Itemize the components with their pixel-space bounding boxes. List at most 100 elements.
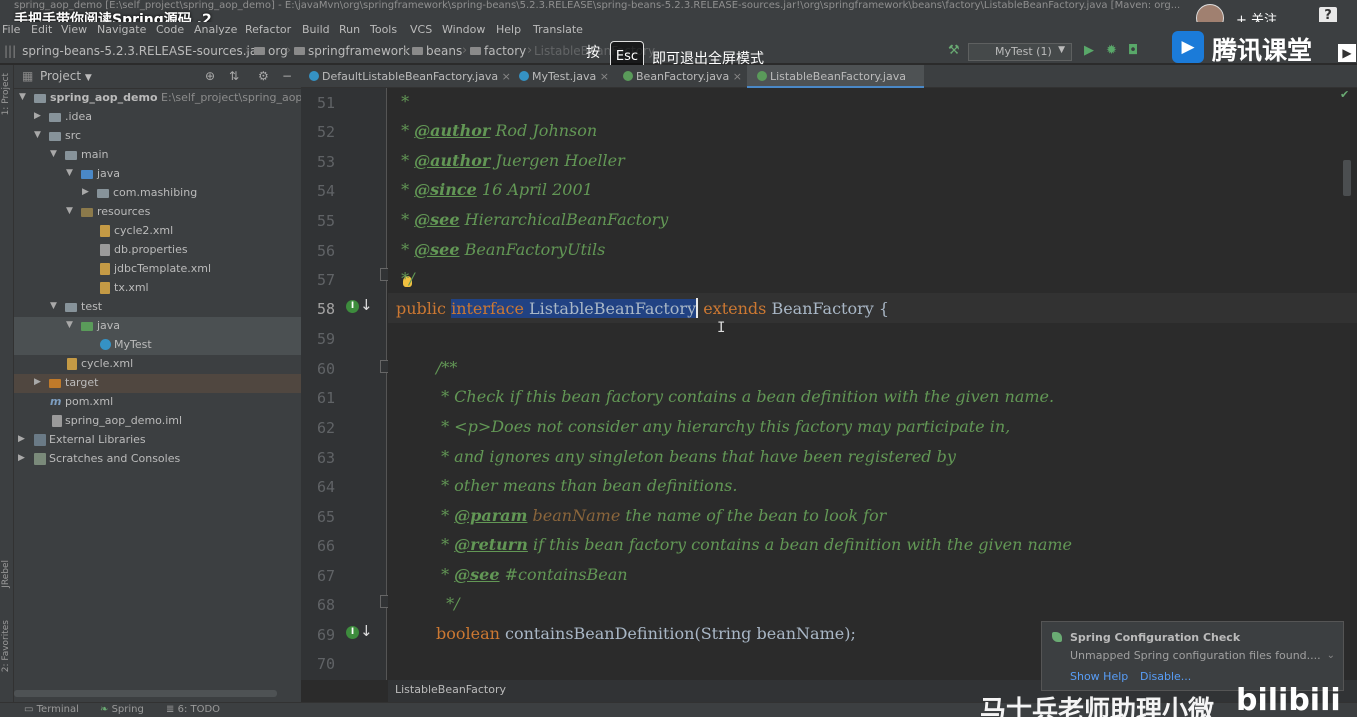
menu-refactor[interactable]: Refactor xyxy=(245,23,291,36)
inspection-ok-icon[interactable]: ✔ xyxy=(1340,88,1349,101)
arrow-down-icon[interactable]: ↓ xyxy=(360,622,373,640)
line-number: 60 xyxy=(316,360,335,378)
gear-icon[interactable]: ⚙ xyxy=(258,69,269,83)
package-icon xyxy=(97,189,109,198)
folder-icon xyxy=(49,132,61,141)
menu-help[interactable]: Help xyxy=(496,23,521,36)
menu-view[interactable]: View xyxy=(61,23,87,36)
list-icon: ≣ xyxy=(166,704,175,715)
selected-text: interface ListableBeanFactory xyxy=(451,299,697,318)
run-configuration-select[interactable]: MyTest (1) ▼ xyxy=(968,43,1072,61)
tree-item-src[interactable]: ▼ src xyxy=(14,127,301,146)
tree-item-cycle2-xml[interactable]: cycle2.xml xyxy=(14,222,301,241)
line-number: 56 xyxy=(316,242,335,260)
xml-file-icon xyxy=(100,263,110,275)
disable-link[interactable]: Disable... xyxy=(1140,670,1191,683)
menu-window[interactable]: Window xyxy=(442,23,485,36)
breadcrumb-org[interactable]: org xyxy=(254,44,288,58)
close-tab-icon[interactable]: × xyxy=(600,70,609,83)
tree-item-resources[interactable]: ▼ resources xyxy=(14,203,301,222)
favorites-tool-tab[interactable]: 2: Favorites xyxy=(1,620,11,672)
tree-item-pom-xml[interactable]: m pom.xml xyxy=(14,393,301,412)
tree-item-mytest[interactable]: MyTest xyxy=(14,336,301,355)
build-hammer-icon[interactable]: ⚒ xyxy=(948,43,960,58)
tree-item-target[interactable]: ▶ target xyxy=(14,374,301,393)
menu-translate[interactable]: Translate xyxy=(533,23,583,36)
code-line: * @see #containsBean xyxy=(436,565,628,584)
tree-item-jdbctemplate-xml[interactable]: jdbcTemplate.xml xyxy=(14,260,301,279)
code-line: * @since 16 April 2001 xyxy=(396,180,593,199)
text-cursor-icon: I xyxy=(717,320,726,336)
excluded-folder-icon xyxy=(49,379,61,388)
tab-listablebeanfactory[interactable]: ListableBeanFactory.java xyxy=(747,65,924,88)
locate-icon[interactable]: ⊕ xyxy=(205,69,215,83)
jrebel-tool-tab[interactable]: JRebel xyxy=(1,560,11,588)
tree-item-main[interactable]: ▼ main xyxy=(14,146,301,165)
scratches-icon xyxy=(34,453,46,465)
editor-scrollbar-thumb[interactable] xyxy=(1343,160,1351,196)
tree-item-db-properties[interactable]: db.properties xyxy=(14,241,301,260)
source-folder-icon xyxy=(81,170,93,179)
line-number: 62 xyxy=(316,419,335,437)
implemented-gutter-icon[interactable]: I xyxy=(346,300,359,313)
show-help-link[interactable]: Show Help xyxy=(1070,670,1128,683)
menu-analyze[interactable]: Analyze xyxy=(194,23,237,36)
tree-item-tx-xml[interactable]: tx.xml xyxy=(14,279,301,298)
menu-tools[interactable]: Tools xyxy=(370,23,397,36)
project-horizontal-scrollbar[interactable] xyxy=(14,690,277,697)
tree-item-spring-aop-demo[interactable]: ▼ spring_aop_demo E:\self_project\spring… xyxy=(14,89,322,108)
run-icon[interactable]: ▶ xyxy=(1084,43,1094,58)
editor-tabs: DefaultListableBeanFactory.java × MyTest… xyxy=(301,65,1357,88)
menu-file[interactable]: File xyxy=(2,23,20,36)
tab-defaultlistablebeanfactory[interactable]: DefaultListableBeanFactory.java × xyxy=(309,65,511,88)
line-number: 66 xyxy=(316,537,335,555)
coverage-icon[interactable]: ◘ xyxy=(1128,43,1138,58)
tab-mytest[interactable]: MyTest.java × xyxy=(519,65,609,88)
tree-item-idea[interactable]: ▶ .idea xyxy=(14,108,301,127)
breadcrumb-factory[interactable]: factory xyxy=(470,44,526,58)
menu-navigate[interactable]: Navigate xyxy=(97,23,146,36)
tree-item-com-mashibing[interactable]: ▶ com.mashibing xyxy=(14,184,301,203)
chevron-right-icon: ▶ xyxy=(18,434,25,444)
close-tab-icon[interactable]: × xyxy=(502,70,511,83)
chevron-down-icon[interactable]: ⌄ xyxy=(1327,650,1335,661)
breadcrumb-jar[interactable]: ||| spring-beans-5.2.3.RELEASE-sources.ja… xyxy=(4,44,262,58)
menu-vcs[interactable]: VCS xyxy=(410,23,432,36)
tree-item-test[interactable]: ▼ test xyxy=(14,298,301,317)
breadcrumb-springframework[interactable]: springframework xyxy=(294,44,410,58)
xml-file-icon xyxy=(67,358,77,370)
tree-item-scratches[interactable]: ▶ Scratches and Consoles xyxy=(14,450,301,469)
close-tab-icon[interactable]: × xyxy=(733,70,742,83)
project-view-select[interactable]: Project ▼ xyxy=(40,69,92,83)
implemented-gutter-icon[interactable]: I xyxy=(346,626,359,639)
spring-tool-button[interactable]: ❧ Spring xyxy=(100,704,144,715)
line-number: 52 xyxy=(316,123,335,141)
debug-icon[interactable]: ✹ xyxy=(1106,43,1117,58)
code-line: * and ignores any singleton beans that h… xyxy=(436,447,956,466)
tree-item-java[interactable]: ▼ java xyxy=(14,165,301,184)
menu-build[interactable]: Build xyxy=(302,23,330,36)
editor-breadcrumb-item[interactable]: ListableBeanFactory xyxy=(395,683,506,696)
tree-item-cycle-xml[interactable]: cycle.xml xyxy=(14,355,301,374)
hide-icon[interactable]: − xyxy=(282,69,292,83)
menu-run[interactable]: Run xyxy=(339,23,360,36)
tab-beanfactory[interactable]: BeanFactory.java × xyxy=(623,65,742,88)
code-editor[interactable] xyxy=(388,88,1357,680)
chevron-down-icon: ▼ xyxy=(1058,45,1065,55)
line-number: 53 xyxy=(316,153,335,171)
line-number: 68 xyxy=(316,596,335,614)
menu-code[interactable]: Code xyxy=(156,23,184,36)
close-icon[interactable]: ▶ xyxy=(1338,44,1356,62)
tree-item-external-libraries[interactable]: ▶ External Libraries xyxy=(14,431,301,450)
line-number: 59 xyxy=(316,330,335,348)
todo-tool-button[interactable]: ≣ 6: TODO xyxy=(166,704,220,715)
breadcrumb-beans[interactable]: beans xyxy=(412,44,462,58)
test-folder-icon xyxy=(81,322,93,331)
menu-edit[interactable]: Edit xyxy=(31,23,52,36)
tree-item-iml[interactable]: spring_aop_demo.iml xyxy=(14,412,301,431)
collapse-all-icon[interactable]: ⇅ xyxy=(229,69,239,83)
tree-item-test-java[interactable]: ▼ java xyxy=(14,317,301,336)
arrow-down-icon[interactable]: ↓ xyxy=(360,296,373,314)
terminal-tool-button[interactable]: ▭ Terminal xyxy=(24,704,79,715)
project-tool-tab[interactable]: 1: Project xyxy=(1,73,11,115)
